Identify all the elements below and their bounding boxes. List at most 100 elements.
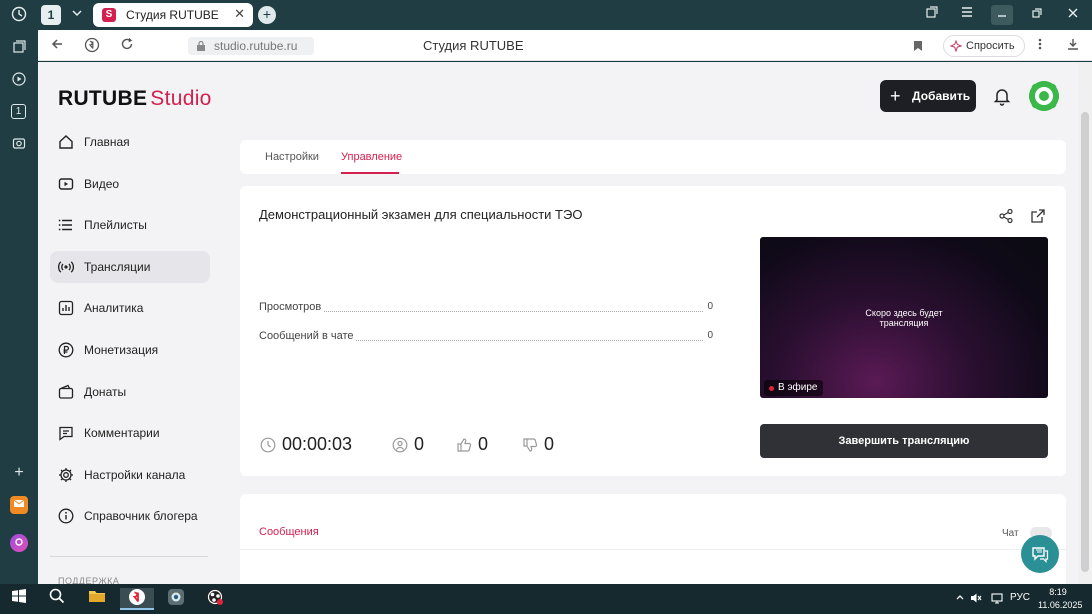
end-stream-button[interactable]: Завершить трансляцию bbox=[760, 424, 1048, 458]
sidebar-item-channel-settings[interactable]: Настройки канала bbox=[50, 459, 210, 491]
minimize-button[interactable] bbox=[991, 5, 1013, 25]
media-play-icon[interactable] bbox=[10, 72, 28, 90]
chevron-down-icon[interactable] bbox=[68, 6, 86, 24]
preview-placeholder-text: Скоро здесь будет трансляция bbox=[760, 308, 1048, 328]
url-field[interactable]: studio.rutube.ru bbox=[188, 37, 314, 55]
clock-date: 11.06.2025 bbox=[1038, 600, 1083, 610]
tab-settings[interactable]: Настройки bbox=[265, 151, 319, 163]
download-icon[interactable] bbox=[1066, 37, 1080, 54]
settings-icon bbox=[59, 467, 73, 482]
network-icon[interactable] bbox=[991, 592, 1003, 607]
sidebar-item-video[interactable]: Видео bbox=[50, 168, 210, 200]
sidebar-item-blogger-guide[interactable]: Справочник блогера bbox=[50, 500, 210, 532]
thumbs-down-icon bbox=[523, 438, 538, 452]
add-button-label: Добавить bbox=[912, 89, 971, 103]
dislikes-value: 0 bbox=[544, 434, 555, 454]
camera-icon[interactable] bbox=[10, 136, 28, 154]
file-explorer-icon[interactable] bbox=[86, 588, 108, 610]
collections-icon[interactable] bbox=[921, 5, 943, 25]
browser-side-panel: 1 + bbox=[0, 30, 38, 584]
ask-button[interactable]: Спросить bbox=[943, 35, 1025, 57]
home-icon bbox=[59, 135, 73, 149]
stat-chat-messages: Сообщений в чате 0 bbox=[259, 330, 713, 344]
page-title-bar: Студия RUTUBE bbox=[423, 38, 524, 53]
system-clock[interactable]: 8:19 11.06.2025 bbox=[1038, 586, 1082, 612]
sidebar-item-broadcasts[interactable]: Трансляции bbox=[50, 250, 210, 283]
stream-preview[interactable]: Скоро здесь будет трансляция В эфире bbox=[760, 237, 1048, 398]
sidebar-item-monetization[interactable]: Монетизация bbox=[50, 334, 210, 366]
sidebar-item-comments[interactable]: Комментарии bbox=[50, 417, 210, 449]
sidebar-item-label: Комментарии bbox=[84, 426, 160, 441]
back-arrow-icon[interactable] bbox=[50, 37, 64, 54]
add-panel-icon[interactable]: + bbox=[10, 464, 28, 482]
yandex-icon[interactable] bbox=[84, 37, 100, 56]
tab-count-badge[interactable]: 1 bbox=[41, 5, 61, 25]
messages-card: Сообщения Чат bbox=[240, 494, 1066, 584]
browser-tab-active[interactable]: S Студия RUTUBE ✕ bbox=[93, 3, 253, 27]
restore-button[interactable] bbox=[1026, 5, 1048, 25]
wallet-icon bbox=[58, 384, 74, 399]
windows-start-icon[interactable] bbox=[8, 588, 30, 610]
stat-value: 0 bbox=[704, 330, 713, 341]
stat-label: Просмотров bbox=[259, 301, 324, 313]
obs-studio-icon[interactable] bbox=[204, 588, 226, 610]
search-icon[interactable] bbox=[46, 588, 68, 610]
timer-value: 00:00:03 bbox=[282, 434, 353, 454]
ruble-icon bbox=[58, 342, 74, 358]
analytics-icon bbox=[58, 301, 74, 316]
sidebar-item-analytics[interactable]: Аналитика bbox=[50, 292, 210, 324]
camera-app-icon[interactable] bbox=[165, 588, 187, 610]
share-icon[interactable] bbox=[998, 208, 1014, 224]
live-badge: В эфире bbox=[764, 380, 823, 396]
menu-icon[interactable] bbox=[956, 5, 978, 25]
page-scrollbar[interactable] bbox=[1078, 62, 1092, 584]
bookmark-icon[interactable] bbox=[913, 39, 923, 55]
browser-tab-bar: 1 S Студия RUTUBE ✕ + bbox=[0, 0, 1092, 30]
yandex-browser-taskbar-icon[interactable] bbox=[120, 588, 154, 610]
rutube-studio-logo[interactable]: RUTUBE Studio bbox=[58, 87, 212, 111]
stream-card: Демонстрационный экзамен для специальнос… bbox=[240, 186, 1066, 476]
url-text: studio.rutube.ru bbox=[214, 39, 298, 53]
video-icon bbox=[58, 177, 74, 190]
stat-label: Сообщений в чате bbox=[259, 330, 356, 342]
scrollbar-thumb[interactable] bbox=[1081, 112, 1089, 572]
open-external-icon[interactable] bbox=[1030, 208, 1046, 224]
menu-divider bbox=[50, 556, 208, 557]
sidebar-menu: Главная Видео Плейлисты Трансляции Анали… bbox=[50, 126, 210, 542]
tabs-icon[interactable] bbox=[10, 40, 28, 58]
volume-muted-icon[interactable] bbox=[970, 592, 982, 607]
sidebar-item-home[interactable]: Главная bbox=[50, 126, 210, 158]
sidebar-item-label: Донаты bbox=[84, 384, 127, 399]
info-icon bbox=[58, 508, 74, 524]
workspace-one-icon[interactable]: 1 bbox=[11, 104, 26, 119]
logo-main-text: RUTUBE bbox=[58, 87, 148, 110]
playlist-icon bbox=[58, 219, 72, 231]
support-chat-button[interactable] bbox=[1021, 535, 1059, 573]
sidebar-item-label: Видео bbox=[84, 176, 120, 191]
close-window-button[interactable] bbox=[1062, 5, 1084, 25]
history-icon[interactable] bbox=[10, 6, 28, 24]
keyboard-language[interactable]: РУС bbox=[1010, 592, 1030, 603]
new-tab-button[interactable]: + bbox=[258, 6, 276, 24]
close-tab-icon[interactable]: ✕ bbox=[234, 6, 245, 22]
mail-app-icon[interactable] bbox=[10, 496, 28, 514]
preview-text-line2: трансляция bbox=[879, 318, 929, 328]
sidebar-item-label: Плейлисты bbox=[84, 218, 147, 233]
reload-icon[interactable] bbox=[120, 37, 134, 54]
sidebar-item-donations[interactable]: Донаты bbox=[50, 376, 210, 408]
bell-icon[interactable] bbox=[992, 86, 1012, 106]
alice-assistant-icon[interactable] bbox=[10, 534, 28, 552]
sidebar-item-playlists[interactable]: Плейлисты bbox=[50, 209, 210, 241]
os-taskbar: РУС 8:19 11.06.2025 bbox=[0, 584, 1092, 614]
tab-messages[interactable]: Сообщения bbox=[259, 526, 319, 538]
avatar[interactable] bbox=[1028, 80, 1060, 112]
likes-value: 0 bbox=[478, 434, 489, 454]
more-vertical-icon[interactable] bbox=[1038, 37, 1042, 54]
tab-management[interactable]: Управление bbox=[341, 151, 402, 163]
stat-views: Просмотров 0 bbox=[259, 301, 713, 315]
add-button[interactable]: + Добавить bbox=[880, 80, 976, 112]
broadcast-icon bbox=[58, 261, 74, 273]
clock-icon bbox=[260, 437, 276, 453]
live-badge-label: В эфире bbox=[778, 382, 818, 393]
tray-chevron-icon[interactable] bbox=[955, 592, 965, 605]
